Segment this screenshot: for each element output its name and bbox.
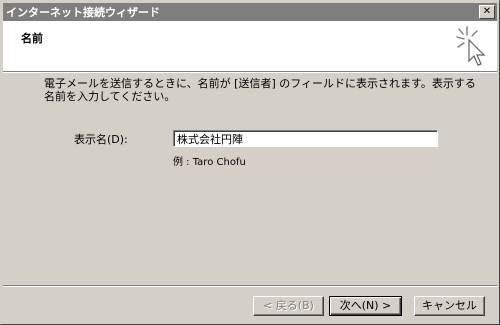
- footer-divider: [3, 285, 497, 287]
- back-button[interactable]: < 戻る(B): [253, 296, 324, 316]
- wizard-sparkle-cursor-icon: [456, 26, 486, 66]
- header-divider: [3, 71, 497, 73]
- display-name-input[interactable]: [173, 130, 438, 147]
- title-bar[interactable]: インターネット接続ウィザード ✕: [3, 3, 497, 21]
- wizard-window: インターネット接続ウィザード ✕ 名前 電子メールを送信するときに、名前が [送…: [0, 0, 500, 325]
- description-text: 電子メールを送信するときに、名前が [送信者] のフィールドに表示されます。表示…: [44, 77, 476, 103]
- display-name-label: 表示名(D):: [74, 133, 128, 146]
- header-panel: 名前: [3, 21, 497, 71]
- next-button[interactable]: 次へ(N) >: [329, 296, 402, 316]
- close-icon: ✕: [482, 6, 492, 17]
- close-button[interactable]: ✕: [479, 5, 495, 19]
- cancel-button[interactable]: キャンセル: [414, 296, 485, 316]
- example-text: 例 : Taro Chofu: [173, 157, 246, 168]
- page-title: 名前: [21, 32, 43, 45]
- window-title: インターネット接続ウィザード: [6, 6, 160, 19]
